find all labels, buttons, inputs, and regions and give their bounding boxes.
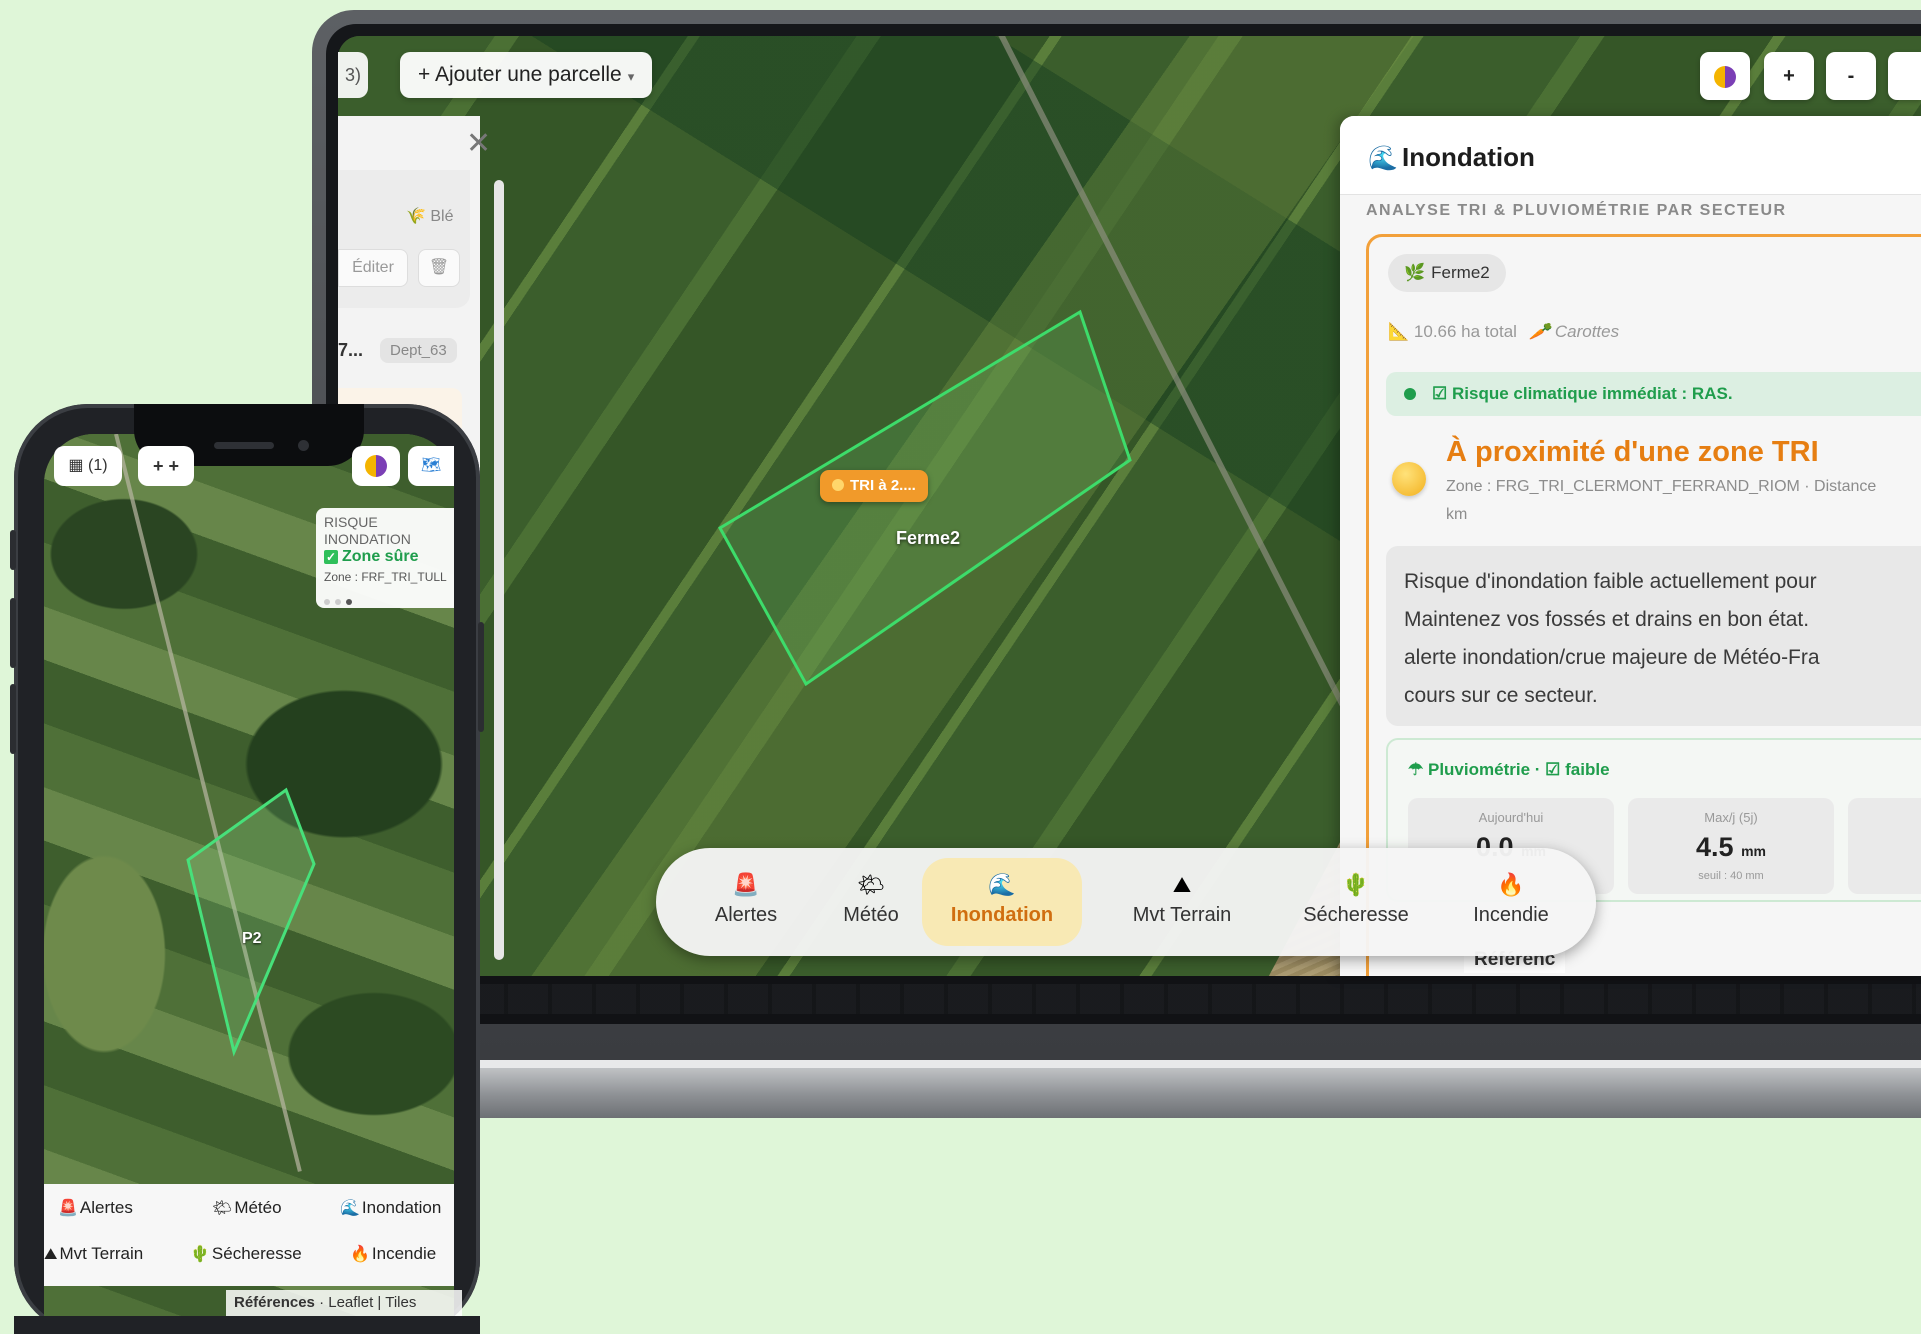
parcel-list-button[interactable]: ▦ (1) [54, 446, 122, 486]
wave-icon: 🌊 [340, 1200, 360, 1217]
nav-label: Sécheresse [211, 1244, 302, 1263]
phone-camera [298, 440, 309, 451]
attribution-text: · Leaflet | Tiles [319, 1294, 417, 1311]
phone-parcel-layer [186, 787, 316, 1057]
theme-toggle-button[interactable] [352, 446, 400, 486]
flood-risk-card[interactable]: RISQUE INONDATION ✓ Zone sûre Zone : FRF_… [316, 508, 454, 608]
layers-button[interactable]: 🗺 [408, 446, 454, 486]
map-attribution[interactable]: Références · Leaflet | Tiles [226, 1290, 462, 1316]
parcel-map-label: P2 [242, 930, 262, 947]
carousel-dot-active[interactable] [346, 599, 352, 605]
add-parcel-button[interactable]: + + [138, 446, 194, 486]
map-layers-icon: 🗺 [420, 457, 442, 474]
nav-label: Météo [234, 1198, 282, 1217]
nav-item-meteo[interactable]: 🌤 Météo [212, 1198, 282, 1218]
parcel-count: (1) [88, 457, 108, 474]
grid-icon: ▦ [68, 457, 84, 474]
siren-icon: 🚨 [58, 1200, 78, 1217]
nav-item-alertes[interactable]: 🚨 Alertes [58, 1198, 133, 1218]
sun-cloud-icon: 🌤 [212, 1200, 233, 1217]
contrast-icon [365, 454, 387, 477]
nav-item-mvt-terrain[interactable]: ⛰ Mvt Terrain [44, 1244, 143, 1264]
phone-speaker [214, 442, 274, 449]
risk-card-status: Zone sûre [342, 548, 419, 565]
nav-label: Mvt Terrain [59, 1244, 144, 1263]
mountain-icon: ⛰ [44, 1246, 58, 1263]
nav-label: Incendie [371, 1244, 437, 1263]
nav-label: Inondation [361, 1198, 442, 1217]
carousel-dot[interactable] [324, 599, 330, 605]
references-link[interactable]: Références [234, 1294, 315, 1311]
risk-card-title: RISQUE INONDATION [324, 514, 411, 547]
nav-item-incendie[interactable]: 🔥 Incendie [350, 1244, 436, 1264]
cactus-icon: 🌵 [190, 1246, 210, 1263]
carousel-dots[interactable] [324, 592, 357, 608]
parcel-polygon[interactable] [186, 787, 316, 1057]
check-icon: ✓ [324, 550, 338, 564]
nav-item-inondation[interactable]: 🌊 Inondation [340, 1198, 441, 1218]
nav-item-secheresse[interactable]: 🌵 Sécheresse [190, 1244, 302, 1264]
carousel-dot[interactable] [335, 599, 341, 605]
fire-icon: 🔥 [350, 1246, 370, 1263]
risk-card-zone: Zone : FRF_TRI_TULL [324, 570, 447, 584]
nav-label: Alertes [79, 1198, 133, 1217]
phone-risk-nav: 🚨 Alertes 🌤 Météo 🌊 Inondation ⛰ Mvt Terrain… [44, 1184, 454, 1286]
phone-frame-bottom [14, 1316, 480, 1334]
